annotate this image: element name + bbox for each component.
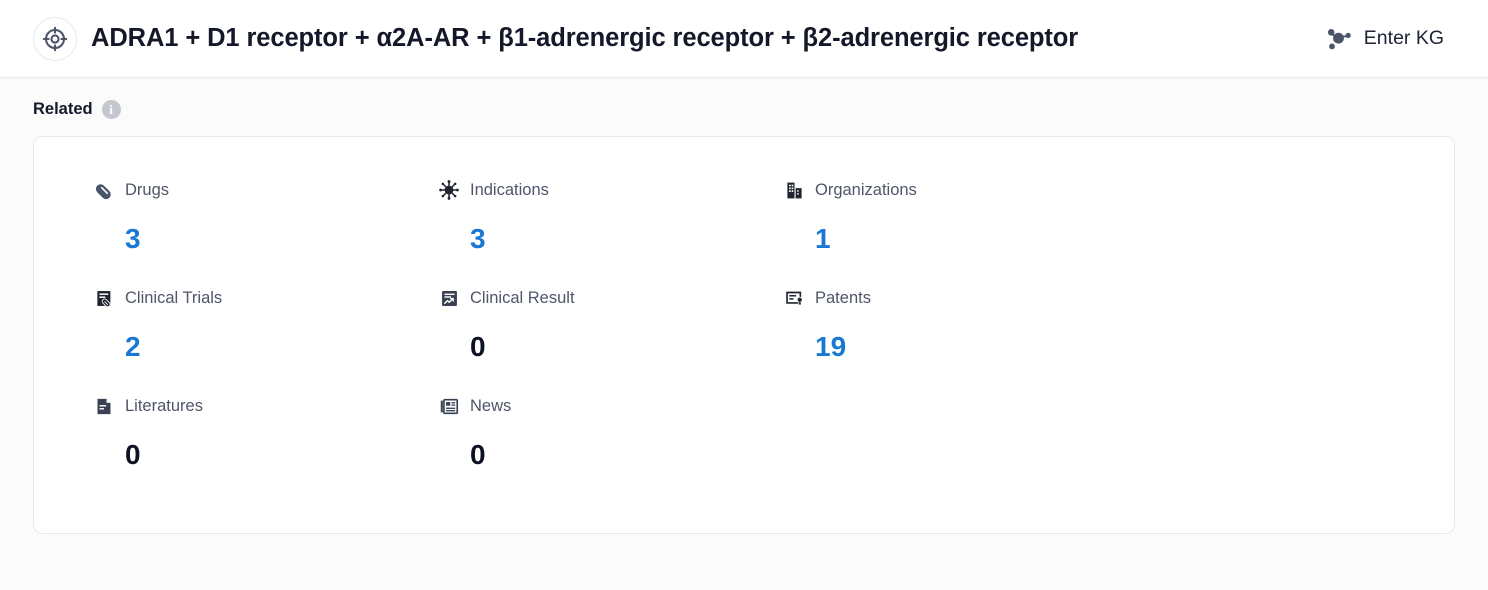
stat-value: 19: [815, 331, 847, 362]
stat-item-news[interactable]: News 0: [439, 395, 784, 503]
stat-value: 0: [125, 439, 141, 470]
building-icon: [784, 180, 804, 200]
newspaper-icon: [439, 396, 459, 416]
stat-value: 3: [125, 223, 141, 254]
related-section-title: Related: [33, 100, 93, 119]
stat-header-indications: Indications: [439, 179, 784, 201]
stat-value: 2: [125, 331, 141, 362]
related-card: Drugs 3 Indications 3 Organizations 1 Cl…: [33, 136, 1455, 534]
clinical-trial-icon: [94, 288, 114, 308]
stat-header-organizations: Organizations: [784, 179, 1454, 201]
related-stat-grid: Drugs 3 Indications 3 Organizations 1 Cl…: [34, 179, 1454, 503]
related-section-header: Related i: [33, 100, 1455, 119]
stat-item-organizations[interactable]: Organizations 1: [784, 179, 1454, 287]
stat-label: Patents: [815, 288, 871, 307]
stat-header-clinical-trials: Clinical Trials: [94, 287, 439, 309]
stat-label: Drugs: [125, 180, 170, 199]
stat-header-news: News: [439, 395, 784, 417]
target-crosshair-icon: [42, 26, 68, 52]
stat-header-literatures: Literatures: [94, 395, 439, 417]
stat-label: Literatures: [125, 396, 203, 415]
stat-value: 1: [815, 223, 831, 254]
stat-item-literatures[interactable]: Literatures 0: [94, 395, 439, 503]
virus-icon: [439, 180, 459, 200]
chart-report-icon: [439, 288, 459, 308]
stat-header-patents: Patents: [784, 287, 1454, 309]
stat-item-drugs[interactable]: Drugs 3: [94, 179, 439, 287]
app-header: ADRA1 + D1 receptor + α2A-AR + β1-adrene…: [0, 0, 1488, 78]
stat-label: Organizations: [815, 180, 917, 199]
info-icon[interactable]: i: [101, 100, 121, 119]
stat-label: News: [470, 396, 512, 415]
stat-value: 0: [470, 439, 486, 470]
stat-item-indications[interactable]: Indications 3: [439, 179, 784, 287]
enter-kg-button[interactable]: Enter KG: [1319, 22, 1450, 56]
page-content: Related i Drugs 3 Indications 3 Organiza…: [0, 78, 1488, 534]
stat-item-patents[interactable]: Patents 19: [784, 287, 1454, 395]
document-icon: [94, 396, 114, 416]
stat-value: 0: [470, 331, 486, 362]
stat-label: Clinical Trials: [125, 288, 223, 307]
stat-header-drugs: Drugs: [94, 179, 439, 201]
enter-kg-label: Enter KG: [1363, 26, 1444, 49]
stat-label: Indications: [470, 180, 549, 199]
stat-label: Clinical Result: [470, 288, 575, 307]
page-title: ADRA1 + D1 receptor + α2A-AR + β1-adrene…: [91, 23, 1079, 52]
patent-award-icon: [784, 288, 804, 308]
knowledge-graph-icon: [1325, 26, 1353, 52]
pill-icon: [94, 180, 114, 200]
stat-item-clinical-result[interactable]: Clinical Result 0: [439, 287, 784, 395]
stat-item-clinical-trials[interactable]: Clinical Trials 2: [94, 287, 439, 395]
stat-value: 3: [470, 223, 486, 254]
stat-header-clinical-result: Clinical Result: [439, 287, 784, 309]
entity-avatar: [33, 16, 77, 61]
